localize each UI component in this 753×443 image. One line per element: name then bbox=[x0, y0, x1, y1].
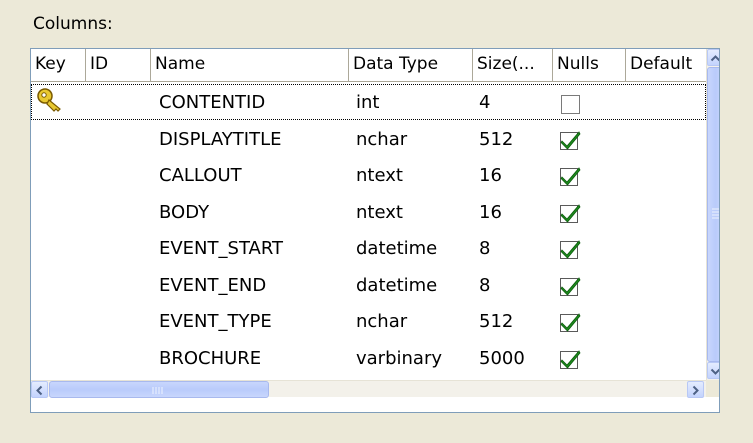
header-data-type[interactable]: Data Type bbox=[349, 49, 473, 82]
column-name: EVENT_TYPE bbox=[159, 311, 272, 332]
arrow-left-icon[interactable] bbox=[31, 381, 48, 398]
column-data-type: ntext bbox=[356, 201, 403, 223]
checkmark-icon bbox=[560, 203, 581, 223]
horizontal-scrollbar[interactable] bbox=[31, 380, 719, 398]
table-row[interactable]: CALLOUT ntext 16 bbox=[31, 157, 706, 193]
table-row[interactable]: BROCHURE varbinary 5000 bbox=[31, 340, 706, 376]
column-size: 16 bbox=[479, 201, 502, 223]
horizontal-scroll-thumb[interactable] bbox=[49, 381, 269, 398]
header-key[interactable]: Key bbox=[31, 49, 86, 82]
header-id[interactable]: ID bbox=[86, 49, 151, 82]
column-name: DISPLAYTITLE bbox=[159, 128, 282, 150]
column-data-type: nchar bbox=[356, 128, 408, 150]
column-data-type: varbinary bbox=[356, 347, 443, 369]
vertical-scroll-thumb[interactable] bbox=[707, 67, 719, 362]
column-data-type: int bbox=[356, 92, 380, 113]
table-row[interactable]: EVENT_END datetime 8 bbox=[31, 267, 706, 303]
key-icon bbox=[37, 88, 61, 112]
column-data-type: ntext bbox=[356, 165, 403, 186]
column-data-type: datetime bbox=[356, 238, 438, 259]
column-size: 8 bbox=[479, 274, 491, 296]
column-name: EVENT_END bbox=[159, 274, 267, 296]
column-size: 512 bbox=[479, 311, 514, 332]
header-name[interactable]: Name bbox=[151, 49, 349, 82]
grid-header: Key ID Name Data Type Size(... Nulls Def… bbox=[31, 49, 706, 82]
arrow-up-icon[interactable] bbox=[707, 49, 719, 66]
columns-label: Columns: bbox=[33, 14, 113, 34]
checkmark-icon bbox=[560, 276, 581, 296]
columns-grid[interactable]: Key ID Name Data Type Size(... Nulls Def… bbox=[30, 48, 720, 413]
scrollbar-corner bbox=[706, 380, 719, 397]
nulls-checkbox[interactable] bbox=[561, 95, 580, 114]
checkmark-icon bbox=[560, 313, 581, 332]
header-nulls[interactable]: Nulls bbox=[553, 49, 626, 82]
column-name: EVENT_START bbox=[159, 238, 284, 259]
column-data-type: datetime bbox=[356, 274, 438, 296]
table-row[interactable]: BODY ntext 16 bbox=[31, 194, 706, 230]
column-size: 512 bbox=[479, 128, 514, 150]
arrow-right-icon[interactable] bbox=[687, 381, 704, 398]
table-row[interactable]: DISPLAYTITLE nchar 512 bbox=[31, 121, 706, 157]
column-size: 8 bbox=[479, 238, 491, 259]
column-data-type: nchar bbox=[356, 311, 408, 332]
checkmark-icon bbox=[560, 349, 581, 369]
column-size: 16 bbox=[479, 165, 502, 186]
vertical-scrollbar[interactable] bbox=[706, 49, 719, 380]
table-row[interactable]: EVENT_START datetime 8 bbox=[31, 230, 706, 266]
header-default[interactable]: Default bbox=[626, 49, 706, 82]
checkmark-icon bbox=[560, 167, 581, 186]
table-row[interactable]: CONTENTID int 4 bbox=[31, 84, 706, 120]
column-size: 5000 bbox=[479, 347, 525, 369]
checkmark-icon bbox=[560, 130, 581, 150]
checkmark-icon bbox=[560, 240, 581, 259]
column-name: BODY bbox=[159, 201, 210, 223]
table-row[interactable]: EVENT_TYPE nchar 512 bbox=[31, 303, 706, 339]
arrow-down-icon[interactable] bbox=[707, 362, 719, 379]
column-size: 4 bbox=[479, 92, 491, 113]
column-name: CONTENTID bbox=[159, 92, 266, 113]
column-name: CALLOUT bbox=[159, 165, 242, 186]
header-size[interactable]: Size(... bbox=[473, 49, 553, 82]
column-name: BROCHURE bbox=[159, 347, 262, 369]
